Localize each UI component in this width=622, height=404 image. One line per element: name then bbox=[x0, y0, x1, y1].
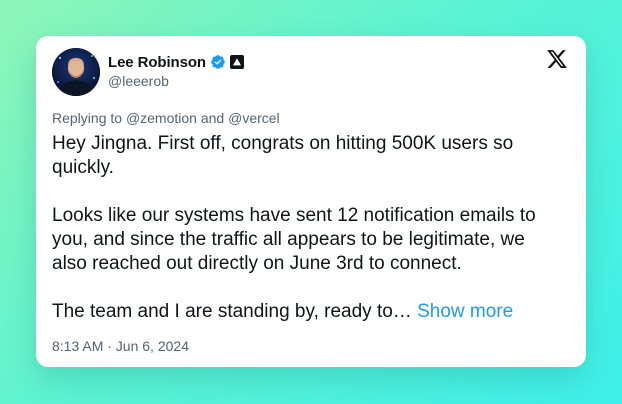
reply-prefix: Replying to bbox=[52, 110, 123, 126]
avatar[interactable] bbox=[52, 48, 100, 96]
author-block: Lee Robinson @leeerob bbox=[108, 52, 244, 89]
tweet-body: Hey Jingna. First off, congrats on hitti… bbox=[52, 132, 562, 324]
x-logo-icon[interactable] bbox=[546, 48, 568, 70]
author-handle[interactable]: @leeerob bbox=[108, 73, 244, 89]
tweet-paragraph-1: Hey Jingna. First off, congrats on hitti… bbox=[52, 133, 514, 178]
tweet-paragraph-3-text: The team and I are standing by, ready to… bbox=[52, 301, 412, 322]
triangle-org-badge-icon bbox=[229, 55, 244, 69]
reply-context: Replying to @zemotion and @vercel bbox=[52, 110, 280, 126]
reply-and: and bbox=[200, 110, 225, 126]
reply-mention-vercel[interactable]: @vercel bbox=[228, 110, 280, 126]
tweet-paragraph-3: The team and I are standing by, ready to… bbox=[52, 300, 562, 324]
tweet-card: Lee Robinson @leeerob Replying to @zemot… bbox=[36, 36, 586, 367]
author-name-row: Lee Robinson bbox=[108, 52, 244, 72]
tweet-paragraph-2: Looks like our systems have sent 12 noti… bbox=[52, 205, 536, 274]
reply-mention-zemotion[interactable]: @zemotion bbox=[126, 110, 197, 126]
avatar-image bbox=[52, 48, 100, 96]
show-more-link[interactable]: Show more bbox=[417, 301, 513, 322]
verified-badge-icon bbox=[211, 55, 225, 69]
tweet-timestamp[interactable]: 8:13 AM · Jun 6, 2024 bbox=[52, 338, 189, 354]
author-name[interactable]: Lee Robinson bbox=[108, 54, 206, 71]
